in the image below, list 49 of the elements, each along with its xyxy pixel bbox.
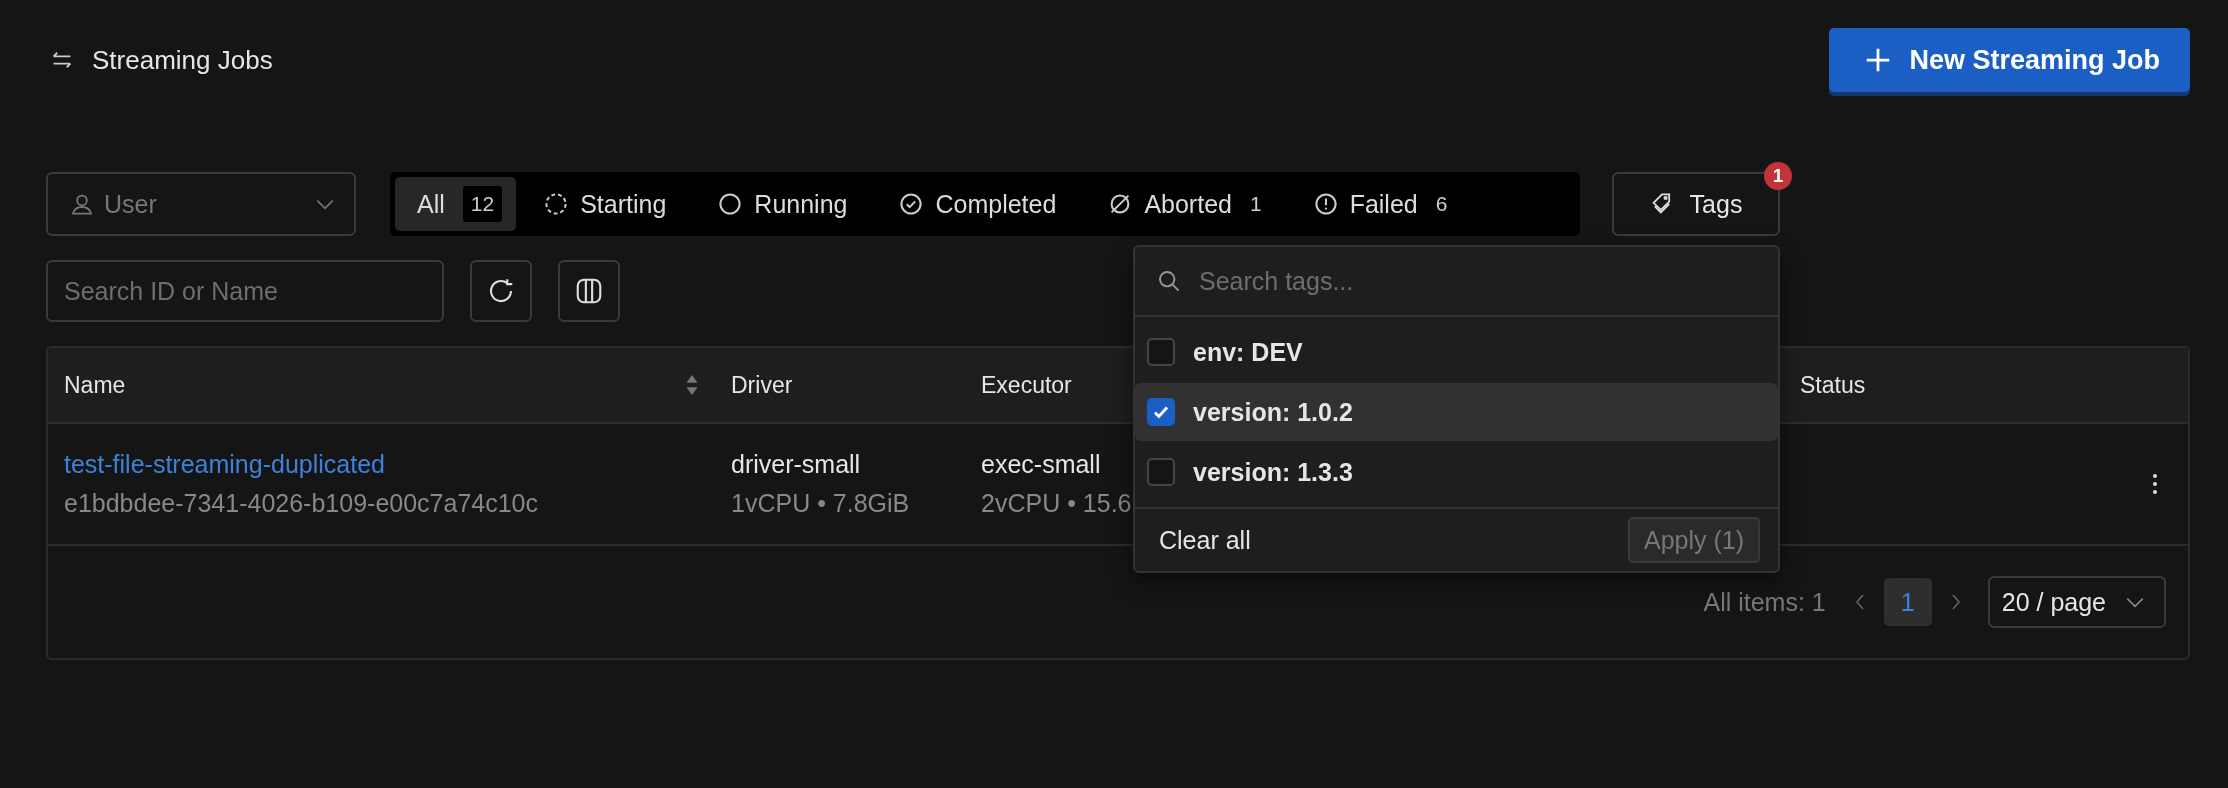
status-filter-tab[interactable]: Completed (875, 177, 1081, 231)
status-filter-tab[interactable]: Running (694, 177, 872, 231)
page-size-select[interactable]: 20 / page (1987, 576, 2166, 628)
job-id: e1bdbdee-7341-4026-b109-e00c7a74c10c (64, 489, 538, 518)
user-icon (70, 192, 94, 216)
driver-name: driver-small (731, 450, 861, 479)
refresh-button[interactable] (470, 260, 532, 322)
status-filter-tab[interactable]: All 12 (395, 177, 517, 231)
tag-search-field[interactable]: Search tags... (1197, 265, 1756, 297)
check-circle-icon (899, 192, 924, 216)
executor-spec: 2vCPU • 15.6 (981, 489, 1132, 518)
count: 1 (1249, 192, 1262, 216)
column-header: Driver (731, 371, 793, 399)
executor-name: exec-small (981, 450, 1101, 479)
total-items: All items: 1 (1703, 587, 1826, 617)
status-filter-tab[interactable]: Failed 6 (1289, 177, 1472, 231)
tag-label: env: DEV (1193, 337, 1303, 367)
tag-label: version: 1.3.3 (1193, 457, 1353, 487)
checkbox[interactable] (1147, 398, 1175, 426)
sort-icon[interactable] (685, 374, 699, 396)
search-field[interactable]: Search ID or Name (46, 260, 444, 322)
user-select[interactable]: User (46, 172, 356, 236)
checkbox[interactable] (1147, 338, 1175, 366)
driver-spec: 1vCPU • 7.8GiB (731, 489, 910, 518)
notification-badge: 1 (1764, 162, 1792, 190)
page-title: Streaming Jobs (92, 44, 273, 76)
clear-all-button[interactable]: Clear all (1159, 525, 1251, 555)
column-header: Name (64, 371, 126, 399)
tag-option[interactable]: version: 1.3.3 (1135, 443, 1778, 501)
tag-label: version: 1.0.2 (1193, 397, 1353, 427)
columns-icon (574, 276, 604, 306)
status-filter-tab[interactable]: Aborted 1 (1084, 177, 1286, 231)
column-header: Executor (981, 371, 1072, 399)
count-badge: 12 (462, 186, 503, 222)
status-filter-tab[interactable]: Starting (520, 177, 691, 231)
search-icon (1157, 269, 1181, 293)
tag-option[interactable]: version: 1.0.2 (1135, 383, 1778, 441)
tag-option[interactable]: env: DEV (1135, 323, 1778, 381)
circle-icon (718, 192, 743, 216)
more-options-icon[interactable] (2152, 472, 2158, 496)
chevron-right-icon[interactable] (1949, 592, 1962, 612)
count: 6 (1435, 192, 1448, 216)
dashed-circle-icon (544, 192, 569, 216)
columns-button[interactable] (558, 260, 620, 322)
job-name-link[interactable]: test-file-streaming-duplicated (64, 450, 385, 479)
exclamation-circle-icon (1313, 192, 1338, 216)
chevron-left-icon[interactable] (1853, 592, 1866, 612)
checkbox[interactable] (1147, 458, 1175, 486)
column-header: Status (1800, 371, 1866, 399)
